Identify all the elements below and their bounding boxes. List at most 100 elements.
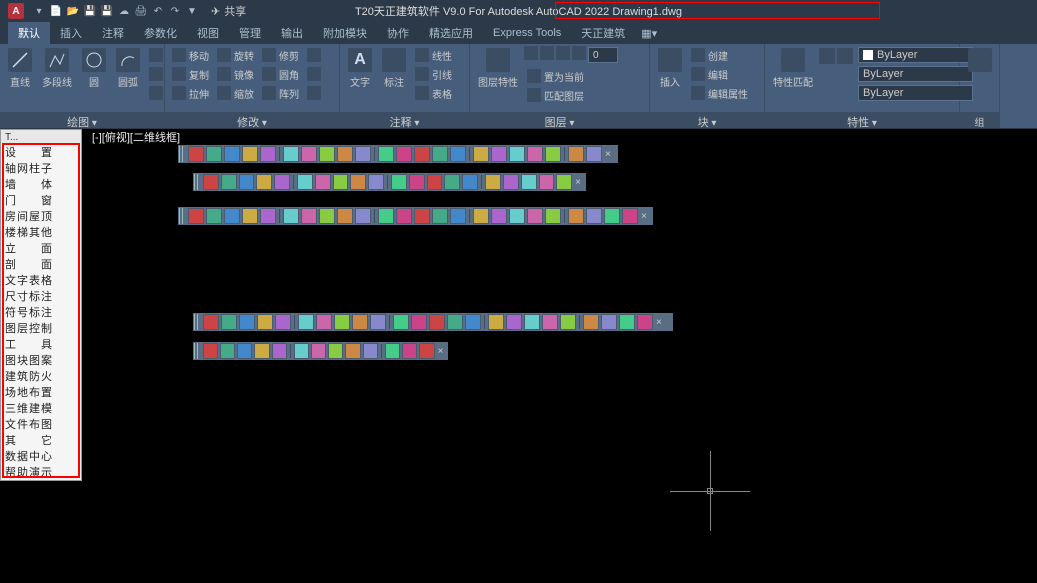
toolbar-btn[interactable] (283, 208, 299, 224)
toolbar-btn[interactable] (491, 146, 507, 162)
toolbar-btn[interactable] (275, 314, 291, 330)
tab-view[interactable]: 视图 (187, 22, 229, 44)
array-button[interactable]: 阵列 (259, 84, 302, 102)
floating-toolbar-2[interactable]: × (193, 173, 586, 191)
toolbar-btn[interactable] (242, 208, 258, 224)
toolbar-btn[interactable] (568, 208, 584, 224)
mirror-button[interactable]: 镜像 (214, 65, 257, 83)
toolbar-btn[interactable] (491, 208, 507, 224)
toolbar-btn[interactable] (545, 208, 561, 224)
floating-toolbar-3[interactable]: × (178, 207, 653, 225)
toolbar-btn[interactable] (601, 314, 617, 330)
sidebar-item-6[interactable]: 立 面 (1, 240, 81, 256)
sidebar-item-2[interactable]: 墙 体 (1, 176, 81, 192)
modify-small-3[interactable] (304, 84, 324, 102)
tab-tangent[interactable]: 天正建筑 (571, 22, 635, 44)
toolbar-btn[interactable] (301, 146, 317, 162)
color-combo[interactable]: ByLayer (858, 47, 973, 63)
toolbar-btn[interactable] (239, 174, 255, 190)
table-button[interactable]: 表格 (412, 84, 455, 102)
toolbar-btn[interactable] (444, 174, 460, 190)
line-button[interactable]: 直线 (4, 46, 36, 91)
toolbar-btn[interactable] (447, 314, 463, 330)
toolbar-btn[interactable] (409, 174, 425, 190)
prop-tool-2[interactable] (837, 48, 853, 64)
toolbar-btn[interactable] (355, 146, 371, 162)
toolbar-btn[interactable] (274, 174, 290, 190)
trim-button[interactable]: 修剪 (259, 46, 302, 64)
toolbar-btn[interactable] (391, 174, 407, 190)
toolbar-close-icon[interactable]: × (575, 177, 585, 188)
toolbar-btn[interactable] (206, 208, 222, 224)
toolbar-btn[interactable] (542, 314, 558, 330)
tab-addins[interactable]: 附加模块 (313, 22, 377, 44)
sidebar-item-3[interactable]: 门 窗 (1, 192, 81, 208)
toolbar-btn[interactable] (257, 314, 273, 330)
toolbar-btn[interactable] (337, 146, 353, 162)
toolbar-btn[interactable] (527, 208, 543, 224)
toolbar-btn[interactable] (450, 208, 466, 224)
sidebar-item-1[interactable]: 轴网柱子 (1, 160, 81, 176)
floating-toolbar-5[interactable]: × (193, 342, 448, 360)
toolbar-btn[interactable] (473, 146, 489, 162)
toolbar-btn[interactable] (462, 174, 478, 190)
drawing-canvas[interactable]: [-][俯视][二维线框] × × × × × (82, 129, 1037, 583)
tab-parametric[interactable]: 参数化 (134, 22, 187, 44)
layer-tool-1[interactable] (524, 46, 538, 60)
text-button[interactable]: A文字 (344, 46, 376, 91)
floating-toolbar-1[interactable]: × (178, 145, 618, 163)
viewport-label[interactable]: [-][俯视][二维线框] (92, 129, 180, 145)
sidebar-item-11[interactable]: 图层控制 (1, 320, 81, 336)
toolbar-close-icon[interactable]: × (605, 149, 615, 160)
toolbar-btn[interactable] (254, 343, 269, 359)
toolbar-btn[interactable] (337, 208, 353, 224)
toolbar-btn[interactable] (485, 174, 501, 190)
make-current-button[interactable]: 置为当前 (524, 67, 645, 85)
tab-collaborate[interactable]: 协作 (377, 22, 419, 44)
layer-props-button[interactable]: 图层特性 (474, 46, 522, 91)
toolbar-btn[interactable] (545, 146, 561, 162)
toolbar-btn[interactable] (429, 314, 445, 330)
toolbar-btn[interactable] (334, 314, 350, 330)
linear-dim-button[interactable]: 线性 (412, 46, 455, 64)
rotate-button[interactable]: 旋转 (214, 46, 257, 64)
scale-button[interactable]: 缩放 (214, 84, 257, 102)
toolbar-btn[interactable] (363, 343, 378, 359)
tab-annotate[interactable]: 注释 (92, 22, 134, 44)
create-block-button[interactable]: 创建 (688, 46, 751, 64)
sidebar-item-14[interactable]: 建筑防火 (1, 368, 81, 384)
tab-featured[interactable]: 精选应用 (419, 22, 483, 44)
sidebar-item-5[interactable]: 楼梯其他 (1, 224, 81, 240)
toolbar-btn[interactable] (206, 146, 222, 162)
toolbar-btn[interactable] (301, 208, 317, 224)
app-icon[interactable]: A (8, 3, 24, 19)
insert-block-button[interactable]: 插入 (654, 46, 686, 91)
sidebar-item-12[interactable]: 工 具 (1, 336, 81, 352)
prop-tool-1[interactable] (819, 48, 835, 64)
toolbar-btn[interactable] (509, 146, 525, 162)
sidebar-item-8[interactable]: 文字表格 (1, 272, 81, 288)
toolbar-btn[interactable] (368, 174, 384, 190)
sidebar-item-0[interactable]: 设 置 (1, 144, 81, 160)
toolbar-btn[interactable] (242, 146, 258, 162)
circle-button[interactable]: 圆 (78, 46, 110, 91)
toolbar-btn[interactable] (556, 174, 572, 190)
qat-more-icon[interactable]: ▼ (185, 4, 199, 18)
toolbar-btn[interactable] (311, 343, 326, 359)
sidebar-item-4[interactable]: 房间屋顶 (1, 208, 81, 224)
polyline-button[interactable]: 多段线 (38, 46, 76, 91)
layer-tool-4[interactable] (572, 46, 586, 60)
toolbar-btn[interactable] (465, 314, 481, 330)
draw-small-3[interactable] (146, 84, 166, 102)
toolbar-btn[interactable] (188, 208, 204, 224)
toolbar-btn[interactable] (488, 314, 504, 330)
toolbar-btn[interactable] (355, 208, 371, 224)
lineweight-combo[interactable]: ByLayer (858, 66, 973, 82)
toolbar-btn[interactable] (432, 208, 448, 224)
toolbar-btn[interactable] (203, 174, 219, 190)
toolbar-btn[interactable] (619, 314, 635, 330)
tab-default[interactable]: 默认 (8, 22, 50, 44)
toolbar-btn[interactable] (473, 208, 489, 224)
draw-small-2[interactable] (146, 65, 166, 83)
tab-express[interactable]: Express Tools (483, 24, 571, 42)
